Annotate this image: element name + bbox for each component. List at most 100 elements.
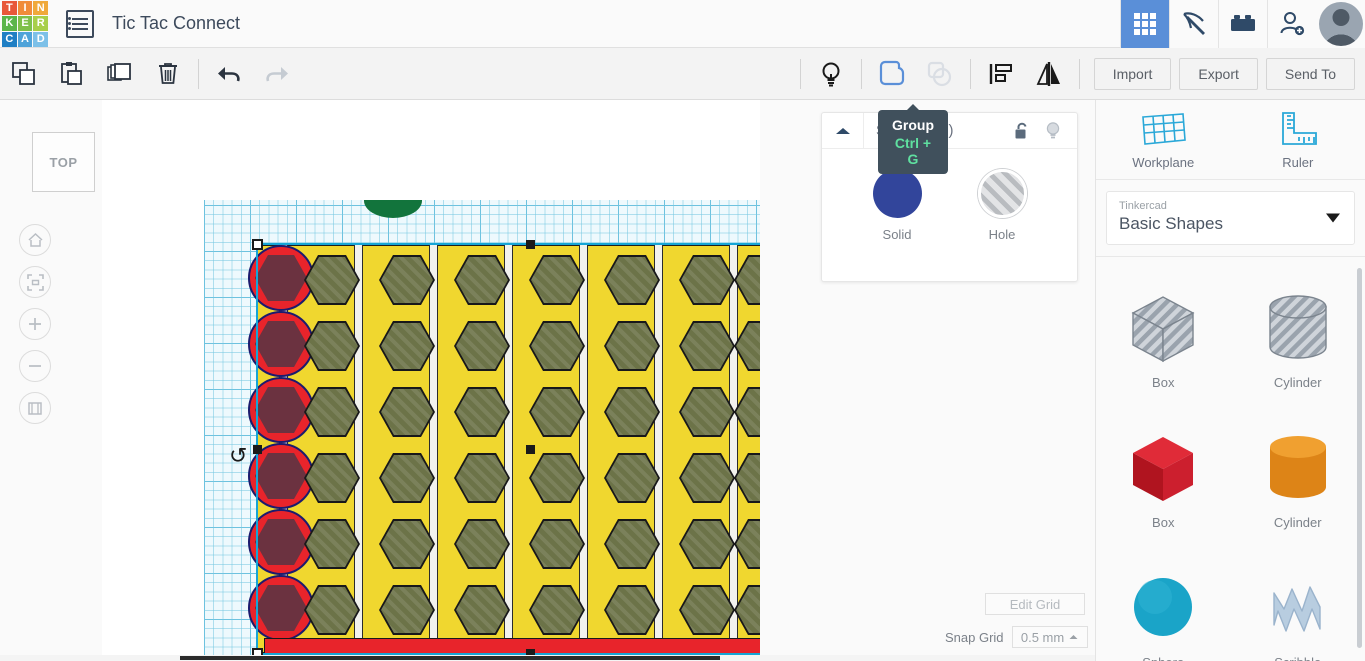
sidebar-divider — [1096, 256, 1365, 257]
inspector-panel-area: Shapes(43) — [760, 100, 1095, 661]
shape-label: Sphere — [1142, 655, 1184, 661]
unlocked-padlock-icon[interactable] — [1014, 121, 1031, 141]
tooltip-shortcut: Ctrl + G — [894, 135, 932, 167]
copy-button[interactable] — [0, 52, 48, 96]
logo-letter: R — [33, 16, 48, 31]
toolbar-right-group: Import Export Send To — [794, 52, 1365, 96]
canvas-container: Workplane — [102, 100, 1106, 661]
ruler-tool-label: Ruler — [1282, 155, 1314, 170]
grid-icon — [1134, 12, 1156, 35]
shape-sphere[interactable]: Sphere — [1096, 546, 1231, 661]
zoom-out-button[interactable] — [19, 350, 51, 382]
paste-button[interactable] — [48, 52, 96, 96]
gallery-grid-button[interactable] — [1120, 0, 1169, 48]
shape-box-solid[interactable]: Box — [1096, 406, 1231, 546]
blocks-button[interactable] — [1218, 0, 1267, 48]
resize-handle-top-center[interactable] — [525, 240, 535, 249]
tinker-pickaxe-button[interactable] — [1169, 0, 1218, 48]
document-list-icon[interactable] — [66, 9, 94, 38]
group-button[interactable] — [868, 52, 916, 96]
logo-letter: T — [2, 0, 17, 16]
undo-arrow-icon — [218, 66, 240, 81]
tinkercad-logo[interactable]: T I N K E R C A D — [2, 0, 48, 47]
redo-button[interactable] — [253, 52, 301, 96]
invite-person-button[interactable] — [1267, 0, 1316, 48]
ruler-icon — [1281, 112, 1317, 145]
inspector-collapse-button[interactable] — [822, 113, 864, 148]
edit-grid-button[interactable]: Edit Grid — [985, 593, 1085, 615]
align-icon — [989, 63, 1012, 84]
export-button[interactable]: Export — [1179, 57, 1258, 90]
delete-button[interactable] — [144, 52, 192, 96]
light-bulb-button[interactable] — [807, 52, 855, 96]
height-handle-center[interactable] — [525, 445, 535, 454]
red-cube-icon — [1133, 436, 1194, 501]
workplane-tool-label: Workplane — [1132, 155, 1195, 170]
shape-inspector-body: Solid Hole — [822, 149, 1077, 242]
shape-label: Cylinder — [1273, 374, 1322, 390]
library-selector[interactable]: Tinkercad Basic Shapes — [1106, 191, 1355, 245]
logo-letter: D — [33, 31, 48, 47]
rotate-handle-icon[interactable]: ↺ — [229, 443, 247, 469]
brick-icon — [1231, 14, 1255, 31]
view-cube[interactable]: TOP — [32, 132, 95, 192]
shape-inspector-header: Shapes(43) — [822, 113, 1077, 149]
minus-icon — [29, 365, 41, 367]
person-add-icon — [1280, 11, 1305, 35]
logo-letter: K — [2, 16, 17, 31]
mirror-icon — [1036, 61, 1060, 86]
solid-swatch — [872, 169, 922, 218]
fit-to-view-button[interactable] — [19, 266, 51, 298]
resize-handle-left-center[interactable] — [253, 445, 262, 454]
home-view-button[interactable] — [19, 224, 51, 256]
hole-option[interactable]: Hole — [977, 169, 1027, 242]
hole-swatch — [977, 169, 1027, 218]
library-name: Basic Shapes — [1119, 214, 1223, 233]
selection-bounding-box — [252, 239, 807, 659]
import-button[interactable]: Import — [1093, 57, 1172, 90]
logo-letter: A — [17, 31, 33, 47]
shape-inspector: Shapes(43) — [821, 112, 1078, 282]
zoom-in-button[interactable] — [19, 308, 51, 340]
chevron-up-small-icon — [1069, 635, 1078, 639]
shape-label: Box — [1152, 374, 1175, 390]
hole-label: Hole — [988, 227, 1016, 242]
mirror-button[interactable] — [1025, 52, 1073, 96]
pickaxe-icon — [1183, 11, 1205, 35]
snap-grid-select[interactable]: 0.5 mm — [1011, 626, 1088, 648]
group-tooltip: Group Ctrl + G — [878, 110, 948, 174]
top-bar: T I N K E R C A D Tic Tac Connect — [0, 0, 1365, 48]
shape-cylinder-solid[interactable]: Cylinder — [1231, 406, 1365, 546]
logo-letter: I — [17, 0, 33, 16]
duplicate-icon — [107, 62, 131, 81]
green-shape-partial[interactable] — [364, 200, 422, 218]
shape-box-hole[interactable]: Box — [1096, 266, 1231, 406]
send-to-button[interactable]: Send To — [1265, 57, 1355, 90]
trash-icon — [159, 62, 177, 84]
hatched-cylinder-icon — [1269, 294, 1327, 359]
user-avatar-button[interactable] — [1316, 0, 1365, 48]
tooltip-title: Group — [892, 117, 934, 133]
lightbulb-icon[interactable] — [1045, 121, 1061, 141]
perspective-toggle-button[interactable] — [19, 392, 51, 424]
undo-button[interactable] — [205, 52, 253, 96]
resize-handle-top-left[interactable] — [252, 239, 263, 250]
sidebar-scrollbar[interactable] — [1357, 268, 1362, 648]
ruler-tool[interactable]: Ruler — [1231, 100, 1365, 179]
ungroup-shape-icon — [927, 61, 951, 86]
toolbar-divider — [969, 58, 971, 89]
avatar — [1318, 1, 1363, 46]
ungroup-button[interactable] — [916, 52, 964, 96]
duplicate-button[interactable] — [96, 52, 144, 96]
shape-cylinder-hole[interactable]: Cylinder — [1231, 266, 1365, 406]
horizontal-scrollbar[interactable] — [0, 655, 1095, 661]
shapes-sidebar: Workplane Ruler Tinkercad Basic Shapes B… — [1095, 100, 1365, 661]
solid-label: Solid — [882, 227, 912, 242]
align-button[interactable] — [977, 52, 1025, 96]
view-controls-rail: TOP — [0, 100, 102, 661]
shape-scribble[interactable]: Scribble — [1231, 546, 1365, 661]
toolbar-divider — [1078, 58, 1080, 89]
toolbar-divider — [799, 58, 801, 89]
solid-option[interactable]: Solid — [872, 169, 922, 242]
workplane-tool[interactable]: Workplane — [1096, 100, 1231, 179]
